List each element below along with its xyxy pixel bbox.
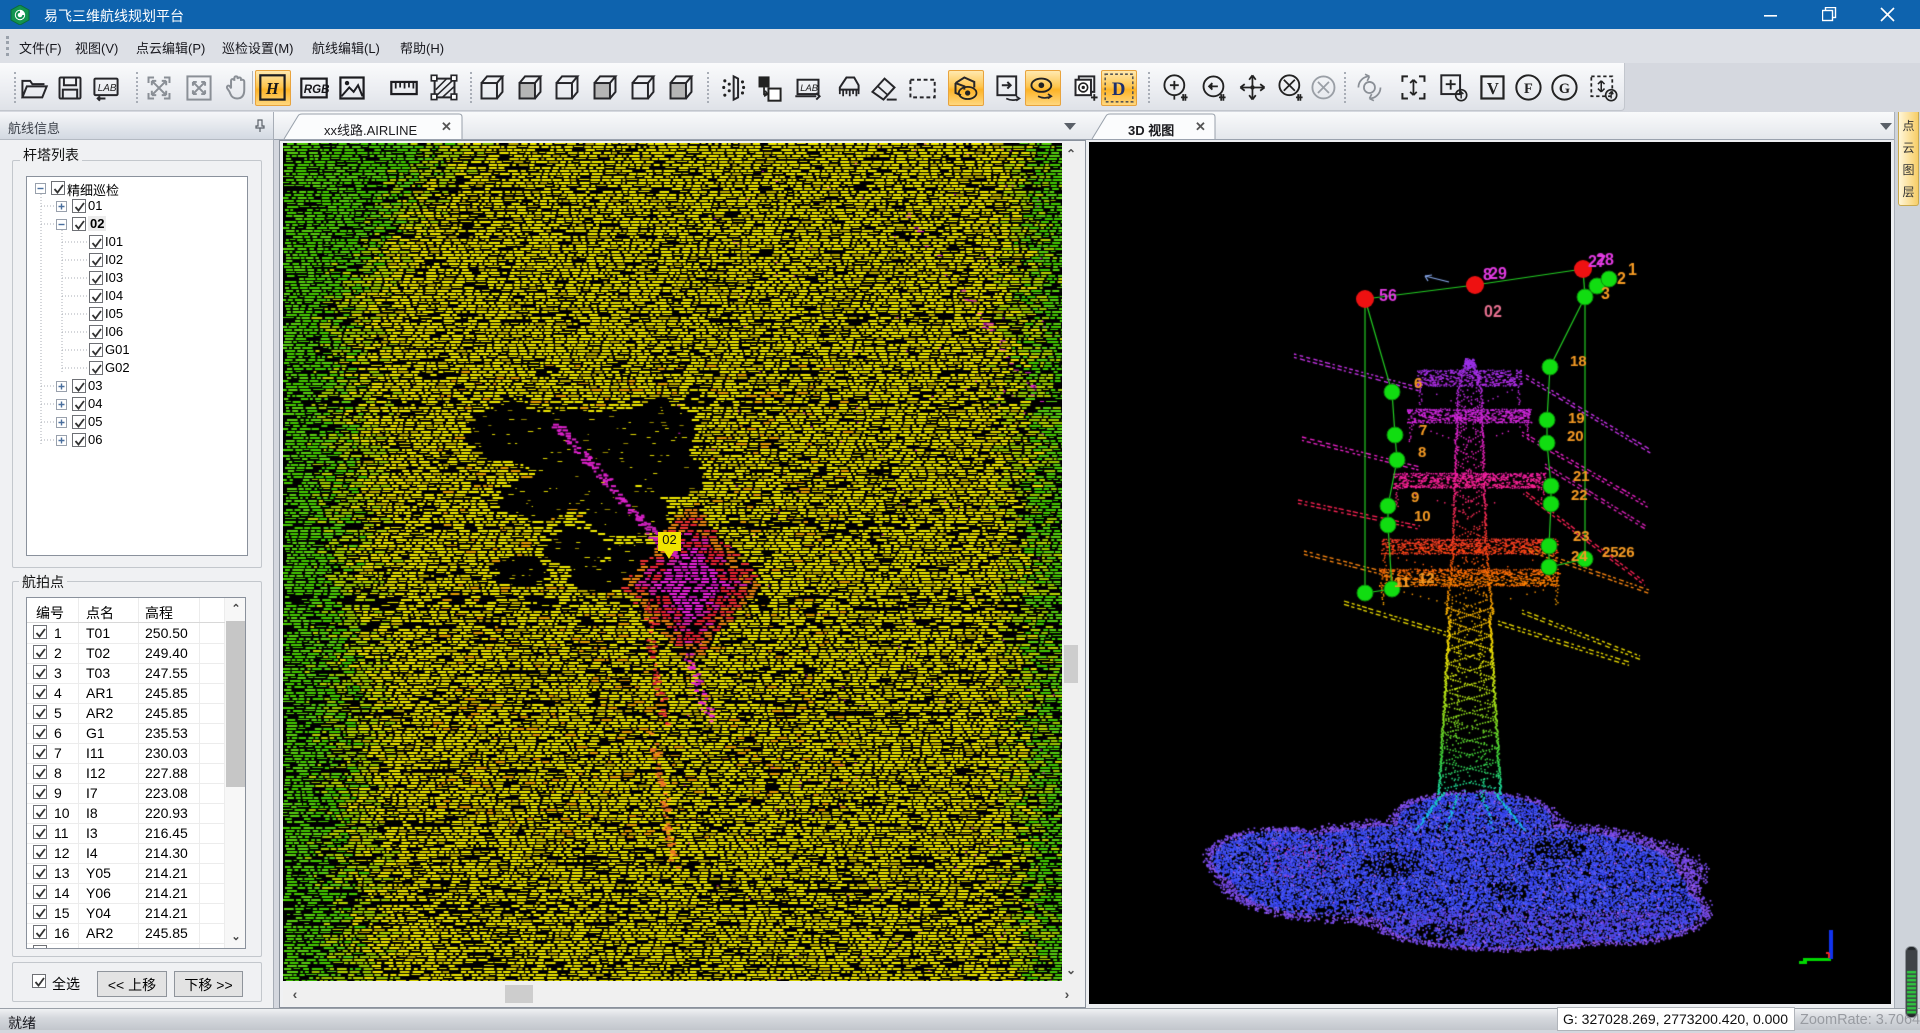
svg-text:H: H — [265, 79, 280, 98]
svg-text:LAB: LAB — [98, 83, 117, 94]
svg-text:D: D — [1112, 79, 1126, 100]
svg-text:V: V — [1487, 79, 1499, 98]
svg-text:RGB: RGB — [304, 84, 330, 96]
svg-text:G: G — [1559, 81, 1570, 97]
svg-text:LAB: LAB — [800, 83, 818, 93]
svg-text:F: F — [1524, 81, 1533, 97]
